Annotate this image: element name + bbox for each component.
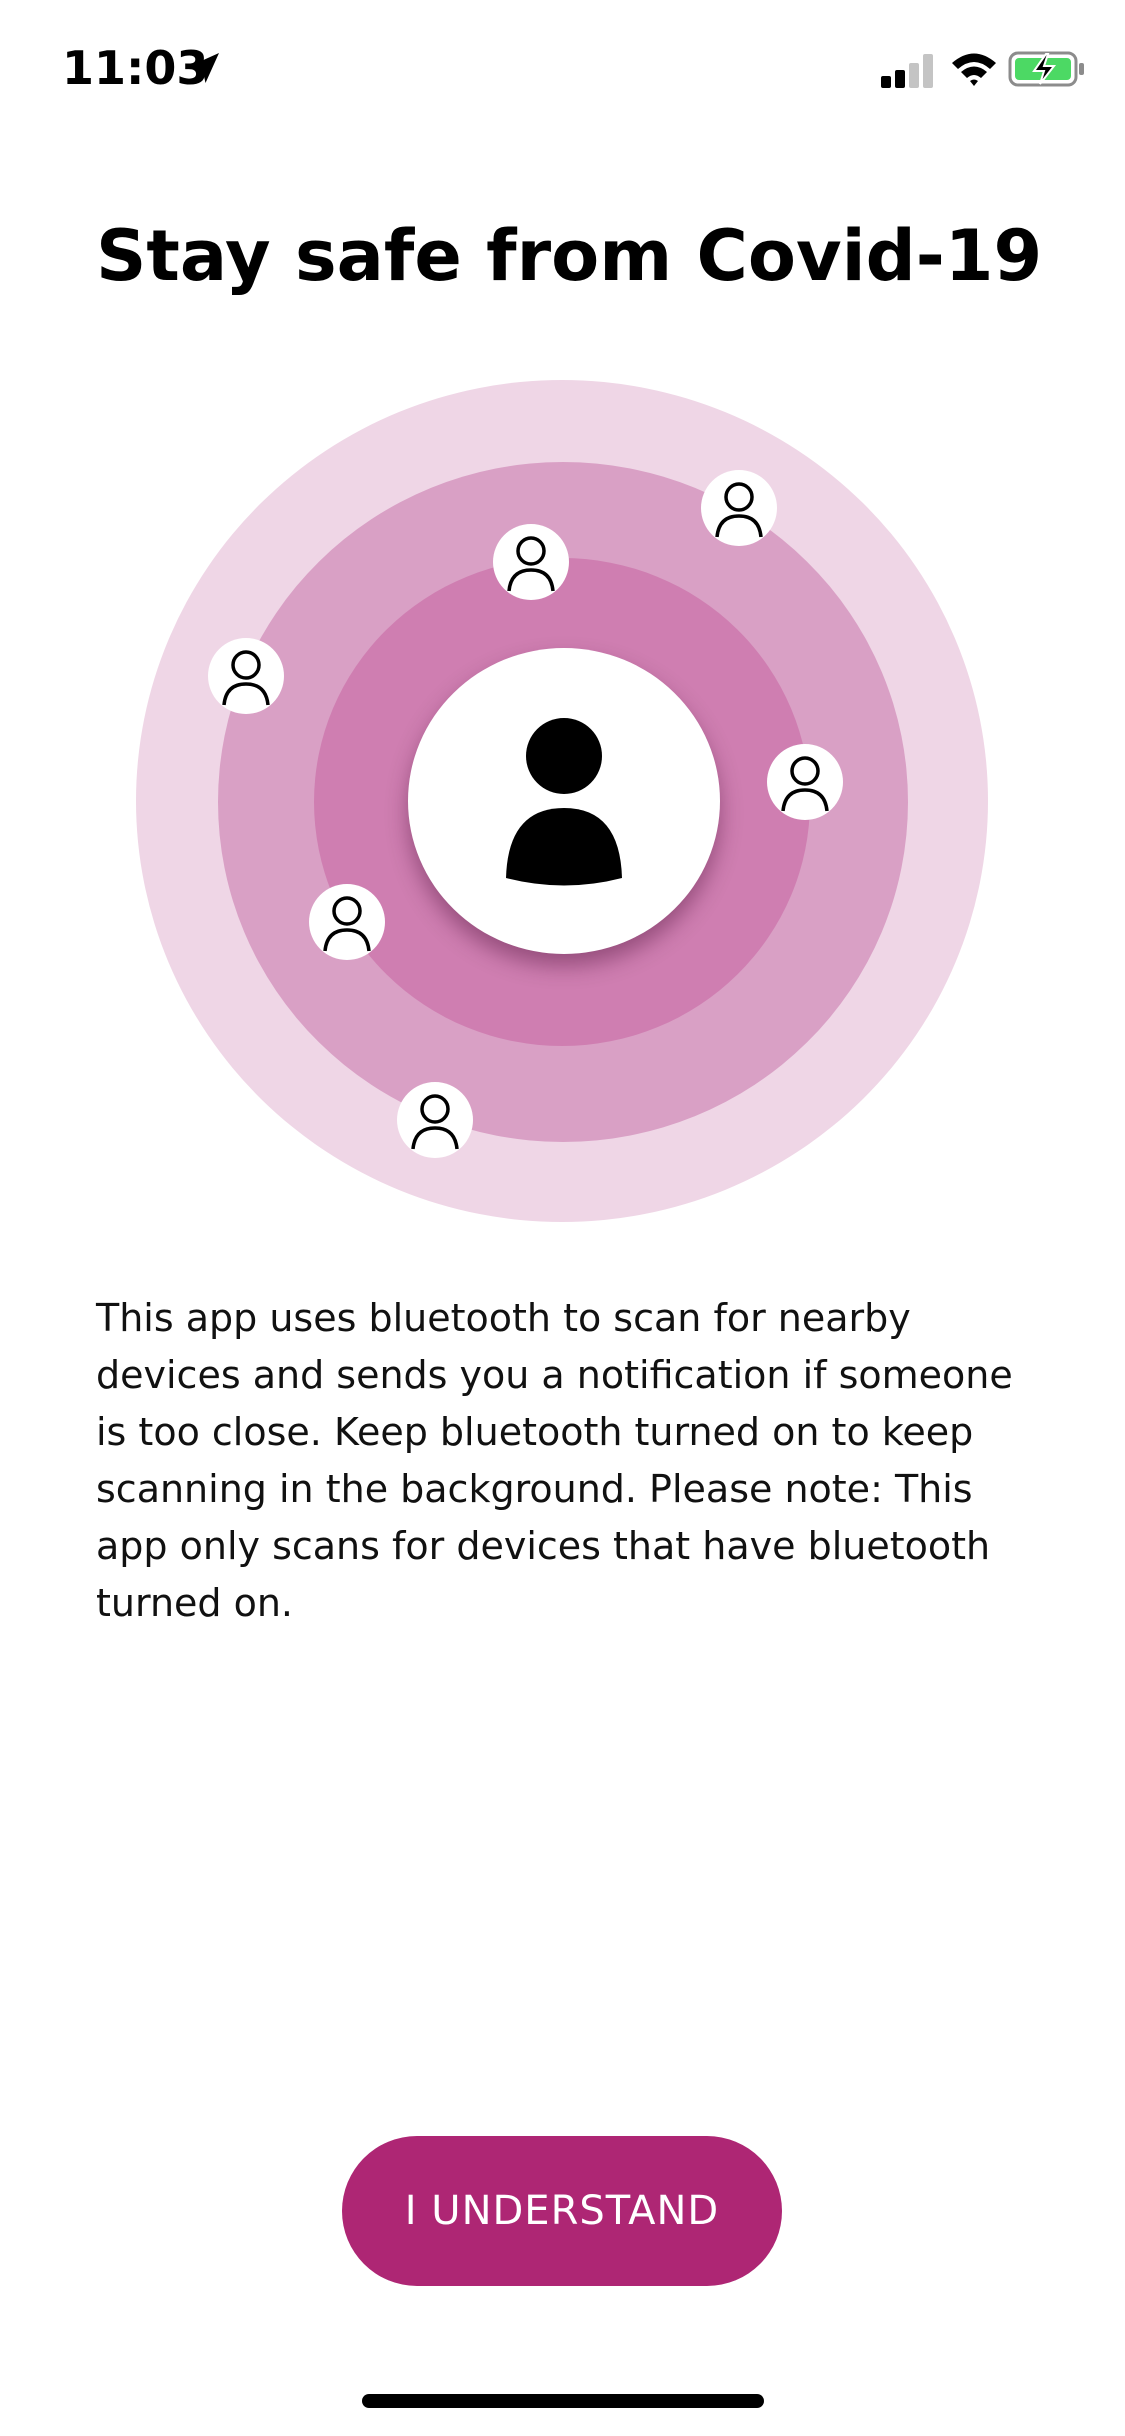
nearby-person <box>208 638 284 714</box>
wifi-icon <box>952 53 996 86</box>
location-arrow-icon <box>189 53 219 83</box>
i-understand-button[interactable]: I UNDERSTAND <box>342 2136 782 2286</box>
person-outline-icon <box>781 756 829 812</box>
description-text: This app uses bluetooth to scan for near… <box>96 1296 1013 1625</box>
scan-ring-inner <box>314 558 810 1046</box>
person-outline-icon <box>715 482 763 538</box>
nearby-person <box>701 470 777 546</box>
page-title: Stay safe from Covid-19 <box>96 215 1043 297</box>
person-outline-icon <box>222 650 270 706</box>
scan-ring-middle <box>218 462 908 1142</box>
person-outline-icon <box>411 1094 459 1150</box>
user-avatar <box>408 648 720 954</box>
battery-charging-icon <box>1008 51 1084 87</box>
nearby-person <box>397 1082 473 1158</box>
user-icon <box>506 718 622 886</box>
cellular-signal-icon <box>881 54 933 88</box>
person-outline-icon <box>323 896 371 952</box>
scan-ring-outer <box>136 380 988 1222</box>
nearby-person <box>767 744 843 820</box>
status-bar: 11:03 <box>0 0 1125 140</box>
nearby-person <box>493 524 569 600</box>
home-indicator[interactable] <box>362 2394 764 2408</box>
bluetooth-scan-illustration <box>0 0 1125 1300</box>
nearby-person <box>309 884 385 960</box>
person-outline-icon <box>507 536 555 592</box>
